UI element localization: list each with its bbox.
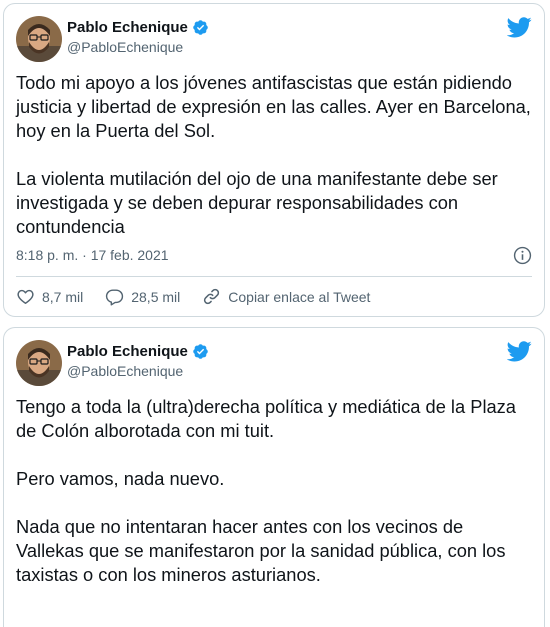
author-handle[interactable]: @PabloEchenique [67,363,183,379]
author-name[interactable]: Pablo Echenique [67,19,209,36]
author-handle[interactable]: @PabloEchenique [67,39,183,55]
tweet-card[interactable]: Pablo Echenique @PabloEchenique Todo mi … [3,3,545,317]
heart-icon [17,289,34,304]
reply-bubble-icon [106,289,124,306]
verified-badge-icon [193,344,208,359]
tweet-text: Todo mi apoyo a los jóvenes antifascista… [16,72,531,237]
verified-badge-icon [193,20,208,35]
link-icon [204,288,220,305]
like-count: 8,7 mil [42,288,84,305]
like-button[interactable]: 8,7 mil [16,287,83,306]
avatar[interactable] [16,16,62,62]
author-name-text[interactable]: Pablo Echenique [67,19,188,36]
twitter-bird-icon[interactable] [507,341,532,362]
author-name-text[interactable]: Pablo Echenique [67,343,188,360]
info-icon[interactable] [513,246,532,265]
tweet-actions: 8,7 mil 28,5 mil Copiar enlace al Tweet [16,287,392,306]
reply-button[interactable]: 28,5 mil [105,287,180,306]
tweet-card[interactable]: Pablo Echenique @PabloEchenique Tengo a … [3,327,545,627]
twitter-bird-icon[interactable] [507,17,532,38]
divider [16,276,532,277]
copy-link-button[interactable]: Copiar enlace al Tweet [202,287,370,306]
tweet-timestamp[interactable]: 8:18 p. m. · 17 feb. 2021 [16,247,169,263]
author-name[interactable]: Pablo Echenique [67,343,209,360]
reply-count: 28,5 mil [131,288,181,305]
copy-link-label: Copiar enlace al Tweet [228,288,371,305]
tweet-text: Tengo a toda la (ultra)derecha política … [16,396,516,585]
avatar[interactable] [16,340,62,386]
